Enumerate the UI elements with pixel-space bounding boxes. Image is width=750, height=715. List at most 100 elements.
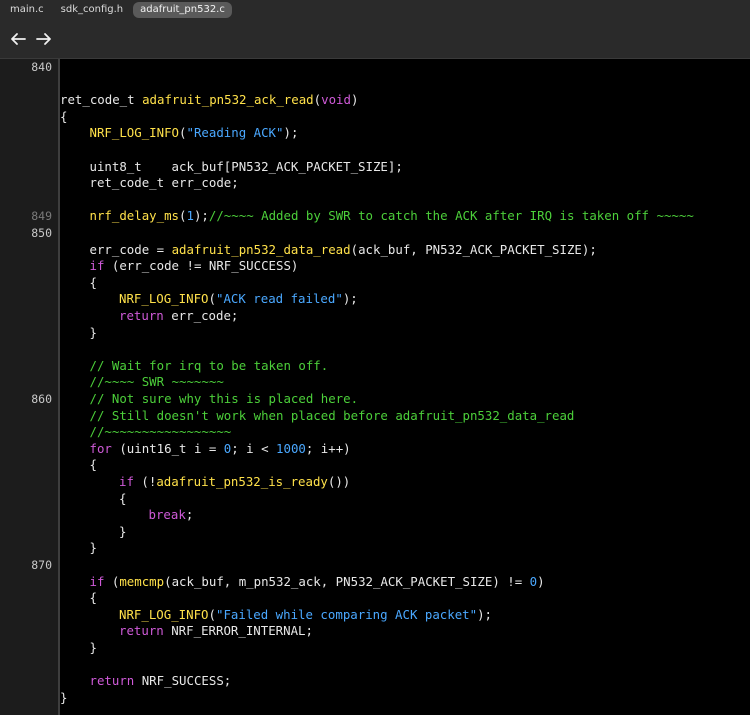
code-token: } — [89, 640, 97, 655]
code-token: "Reading ACK" — [186, 125, 284, 141]
code-token: if — [89, 258, 105, 274]
code-token: ); — [342, 291, 358, 307]
code-line: { — [60, 109, 67, 126]
code-token: (err_code != NRF_SUCCESS) — [104, 258, 299, 274]
code-line: NRF_LOG_INFO("Failed while comparing ACK… — [119, 607, 492, 624]
arrow-right-icon — [36, 33, 51, 45]
code-line: if (!adafruit_pn532_is_ready()) — [119, 474, 350, 491]
code-line: } — [90, 640, 97, 657]
code-line: { — [90, 590, 97, 607]
code-line: { — [90, 275, 97, 292]
code-token: err_code = — [89, 241, 172, 257]
line-number: 850 — [31, 226, 52, 240]
line-number: 860 — [31, 392, 52, 406]
code-line: { — [90, 457, 97, 474]
code-line: } — [90, 540, 97, 557]
code-token: return — [89, 673, 135, 689]
code-token: return — [119, 623, 164, 639]
code-token: ) — [537, 573, 545, 589]
code-token: adafruit_pn532_data_read — [171, 241, 351, 257]
code-line: if (err_code != NRF_SUCCESS) — [90, 258, 299, 275]
code-line: if (memcmp(ack_buf, m_pn532_ack, PN532_A… — [90, 574, 545, 591]
code-token: NRF_LOG_INFO — [119, 291, 209, 307]
code-token: if — [119, 474, 134, 489]
code-token: ( — [313, 92, 322, 108]
code-line: nrf_delay_ms(1);//~~~~ Added by SWR to c… — [90, 208, 694, 225]
code-token: ; — [185, 507, 194, 523]
tab-sdk-config-h[interactable]: sdk_config.h — [54, 2, 130, 18]
code-token: NRF_LOG_INFO — [89, 125, 180, 141]
code-token: 1 — [186, 208, 194, 224]
code-token: // Wait for irq to be taken off. — [89, 357, 329, 373]
code-token: return — [119, 308, 164, 323]
code-token: } — [60, 689, 68, 705]
code-token: if — [89, 573, 105, 589]
tab-bar: main.c sdk_config.h adafruit_pn532.c — [0, 0, 750, 20]
line-number: 849 — [31, 209, 52, 224]
code-line: } — [60, 690, 67, 707]
code-token: //~~~~~~~~~~~~~~~~~ — [89, 424, 232, 440]
code-token: { — [89, 274, 97, 290]
code-token: { — [119, 490, 127, 506]
code-token: ()) — [327, 474, 351, 489]
code-token: { — [89, 590, 97, 606]
code-token: "ACK read failed" — [216, 291, 343, 307]
code-token: ); — [283, 125, 299, 141]
code-line: uint8_t ack_buf[PN532_ACK_PACKET_SIZE]; — [90, 159, 403, 176]
tab-main-c[interactable]: main.c — [3, 2, 51, 18]
code-line: return err_code; — [119, 308, 238, 325]
code-token: //~~~~ Added by SWR to catch the ACK aft… — [208, 208, 694, 224]
code-token: ( — [208, 606, 216, 622]
code-token: ); — [477, 606, 493, 622]
code-token: for — [89, 440, 112, 456]
code-token: NRF_LOG_INFO — [119, 606, 209, 622]
tab-adafruit-pn532-c[interactable]: adafruit_pn532.c — [133, 2, 232, 18]
line-number: 840 — [31, 60, 52, 74]
code-token: // Still doesn't work when placed before… — [89, 407, 575, 423]
code-line: //~~~~~~~~~~~~~~~~~ — [90, 424, 232, 441]
navigation-bar — [0, 20, 750, 59]
back-button[interactable] — [8, 29, 28, 49]
forward-button[interactable] — [34, 29, 54, 49]
code-line: ret_code_t err_code; — [90, 175, 239, 192]
code-line: NRF_LOG_INFO("ACK read failed"); — [119, 291, 358, 308]
code-line: NRF_LOG_INFO("Reading ACK"); — [90, 125, 299, 142]
code-token: "Failed while comparing ACK packet" — [216, 606, 478, 622]
code-line: err_code = adafruit_pn532_data_read(ack_… — [90, 242, 597, 259]
code-line: // Wait for irq to be taken off. — [90, 358, 329, 375]
code-line: for (uint16_t i = 0; i < 1000; i++) — [90, 441, 351, 458]
code-token: ( — [179, 208, 187, 224]
code-token: } — [119, 523, 127, 539]
code-line: // Still doesn't work when placed before… — [90, 408, 575, 425]
code-token: 1000 — [276, 440, 306, 456]
code-token: ( — [208, 291, 216, 307]
code-token: ( — [104, 573, 120, 589]
code-token: NRF_SUCCESS; — [134, 673, 232, 689]
code-token: ret_code_t — [60, 92, 143, 108]
code-editor[interactable]: ret_code_t adafruit_pn532_ack_read(void)… — [60, 59, 750, 715]
code-line: // Not sure why this is placed here. — [90, 391, 359, 408]
code-token: (! — [133, 474, 157, 489]
arrow-left-icon — [11, 33, 26, 45]
code-token: } — [89, 540, 97, 556]
code-token: //~~~~ SWR ~~~~~~~ — [89, 374, 224, 390]
line-number: 870 — [31, 558, 52, 572]
code-token: 0 — [529, 573, 538, 589]
code-token: NRF_ERROR_INTERNAL; — [163, 623, 313, 639]
code-token: { — [60, 108, 68, 124]
code-line: } — [119, 524, 126, 541]
code-token: (ack_buf, PN532_ACK_PACKET_SIZE); — [350, 241, 597, 257]
code-line: } — [90, 325, 97, 342]
code-line: ret_code_t adafruit_pn532_ack_read(void) — [60, 92, 358, 109]
code-line: //~~~~ SWR ~~~~~~~ — [90, 374, 224, 391]
code-token: adafruit_pn532_ack_read — [142, 92, 314, 108]
code-token: ; i++) — [305, 440, 351, 456]
code-token: ; i < — [231, 440, 277, 456]
code-line: { — [119, 491, 126, 508]
code-token: (uint16_t i = — [111, 440, 224, 456]
code-token: memcmp — [119, 573, 165, 589]
code-token: break — [148, 507, 186, 523]
code-token: ) — [350, 92, 359, 108]
code-token: ( — [179, 125, 187, 141]
code-line: return NRF_SUCCESS; — [90, 673, 232, 690]
